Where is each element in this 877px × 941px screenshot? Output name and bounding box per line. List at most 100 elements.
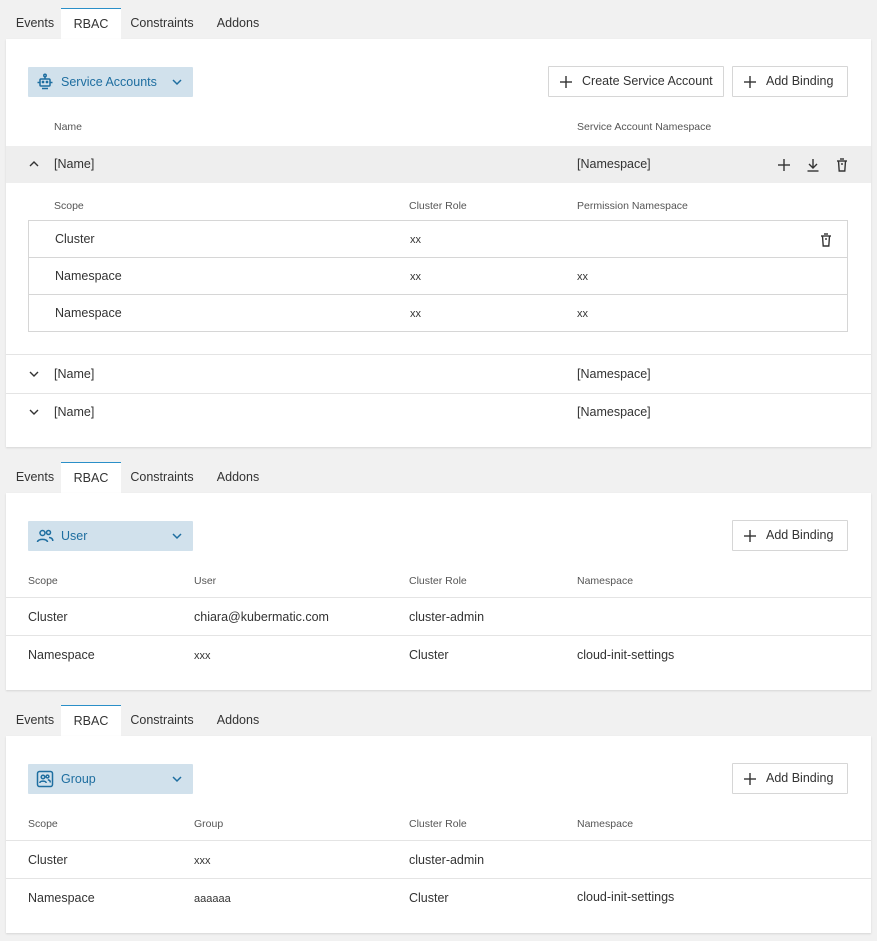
service-accounts-card: Service Accounts Create Service Account … [6, 39, 871, 447]
cluster-role-cell: xx [410, 234, 421, 246]
tab-constraints[interactable]: Constraints [124, 8, 200, 39]
column-header-namespace: Namespace [577, 818, 634, 830]
column-header-cluster-role: Cluster Role [409, 575, 467, 587]
scope-cell: Cluster [28, 853, 68, 867]
scope-cell: Namespace [55, 306, 122, 320]
table-row: Cluster chiara@kubermatic.com cluster-ad… [6, 598, 871, 636]
service-account-name: [Name] [54, 367, 95, 381]
bindings-subtable: Cluster xx Namespace xx xx Namespace xx … [28, 220, 848, 332]
tab-addons[interactable]: Addons [208, 705, 268, 736]
user-selector[interactable]: User [28, 521, 193, 551]
chevron-up-icon[interactable] [28, 158, 40, 170]
cluster-role-cell: xx [410, 271, 421, 283]
robot-icon [36, 73, 54, 91]
chevron-down-icon [171, 530, 183, 542]
add-binding-label: Add Binding [766, 528, 834, 542]
create-service-account-button[interactable]: Create Service Account [548, 66, 724, 97]
column-header-user: User [194, 575, 217, 587]
column-header-name: Name [54, 121, 83, 133]
service-account-row[interactable]: [Name] [Namespace] [6, 394, 871, 432]
tab-addons[interactable]: Addons [208, 8, 268, 39]
cluster-role-cell: cluster-admin [409, 610, 485, 624]
add-binding-label: Add Binding [766, 771, 834, 785]
tab-events[interactable]: Events [10, 462, 60, 493]
delete-icon[interactable] [818, 232, 834, 248]
service-accounts-selector[interactable]: Service Accounts [28, 67, 193, 97]
add-binding-button[interactable]: Add Binding [732, 763, 848, 794]
download-icon[interactable] [805, 157, 821, 173]
add-icon[interactable] [776, 157, 792, 173]
service-account-namespace: [Namespace] [577, 157, 651, 171]
table-row: Namespace xx xx [29, 258, 847, 295]
tab-bar: Events RBAC Constraints Addons [0, 462, 877, 493]
group-selector[interactable]: Group [28, 764, 193, 794]
add-binding-button[interactable]: Add Binding [732, 520, 848, 551]
cluster-role-cell: xx [410, 308, 421, 320]
column-header-namespace: Namespace [577, 575, 634, 587]
service-account-row[interactable]: [Name] [Namespace] [6, 355, 871, 393]
table-row: Namespace xx xx [29, 295, 847, 332]
namespace-cell: xx [577, 271, 588, 283]
column-header-group: Group [194, 818, 224, 830]
plus-icon [743, 529, 757, 543]
create-service-account-label: Create Service Account [582, 74, 713, 88]
chevron-down-icon [171, 76, 183, 88]
group-cell: aaaaaa [194, 893, 231, 905]
namespace-cell: cloud-init-settings [577, 648, 675, 662]
column-header-scope: Scope [28, 575, 58, 587]
tab-rbac[interactable]: RBAC [61, 705, 121, 736]
plus-icon [559, 75, 573, 89]
tab-constraints[interactable]: Constraints [124, 462, 200, 493]
service-account-name: [Name] [54, 405, 95, 419]
service-account-row-expanded[interactable]: [Name] [Namespace] [6, 146, 871, 183]
service-account-namespace: [Namespace] [577, 367, 651, 381]
user-cell: chiara@kubermatic.com [194, 610, 329, 624]
table-row: Cluster xx [29, 221, 847, 258]
tab-rbac[interactable]: RBAC [61, 462, 121, 493]
column-header-sa-namespace: Service Account Namespace [577, 121, 712, 133]
delete-icon[interactable] [834, 157, 850, 173]
sub-header-scope: Scope [54, 200, 84, 212]
chevron-down-icon [171, 773, 183, 785]
user-bindings-card: User Add Binding Scope User Cluster Role… [6, 493, 871, 690]
cluster-role-cell: cluster-admin [409, 853, 485, 867]
tab-events[interactable]: Events [10, 705, 60, 736]
namespace-cell: xx [577, 308, 588, 320]
scope-cell: Namespace [28, 891, 95, 905]
plus-icon [743, 75, 757, 89]
column-header-scope: Scope [28, 818, 58, 830]
table-row: Namespace xxx Cluster cloud-init-setting… [6, 636, 871, 674]
add-binding-label: Add Binding [766, 74, 834, 88]
tab-events[interactable]: Events [10, 8, 60, 39]
sub-header-cluster-role: Cluster Role [409, 200, 467, 212]
service-account-name: [Name] [54, 157, 95, 171]
scope-cell: Namespace [55, 269, 122, 283]
scope-cell: Cluster [55, 232, 95, 246]
cluster-role-cell: Cluster [409, 891, 449, 905]
column-header-cluster-role: Cluster Role [409, 818, 467, 830]
scope-cell: Cluster [28, 610, 68, 624]
user-cell: xxx [194, 650, 211, 662]
tab-bar: Events RBAC Constraints Addons [0, 705, 877, 736]
table-row: Cluster xxx cluster-admin [6, 841, 871, 879]
group-cell: xxx [194, 855, 211, 867]
selector-label: Group [61, 772, 96, 786]
tab-addons[interactable]: Addons [208, 462, 268, 493]
cluster-role-cell: Cluster [409, 648, 449, 662]
table-row: Namespace aaaaaa Cluster cloud-init-sett… [6, 879, 871, 917]
users-icon [36, 527, 54, 545]
sub-header-permission-namespace: Permission Namespace [577, 200, 688, 212]
tab-rbac[interactable]: RBAC [61, 8, 121, 39]
service-account-namespace: [Namespace] [577, 405, 651, 419]
namespace-cell: cloud-init-settings [577, 890, 675, 904]
selector-label: User [61, 529, 88, 543]
chevron-down-icon[interactable] [28, 406, 40, 418]
selector-label: Service Accounts [61, 75, 157, 89]
group-icon [36, 770, 54, 788]
group-bindings-card: Group Add Binding Scope Group Cluster Ro… [6, 736, 871, 933]
tab-constraints[interactable]: Constraints [124, 705, 200, 736]
tab-bar: Events RBAC Constraints Addons [0, 8, 877, 39]
add-binding-button[interactable]: Add Binding [732, 66, 848, 97]
scope-cell: Namespace [28, 648, 95, 662]
chevron-down-icon[interactable] [28, 368, 40, 380]
